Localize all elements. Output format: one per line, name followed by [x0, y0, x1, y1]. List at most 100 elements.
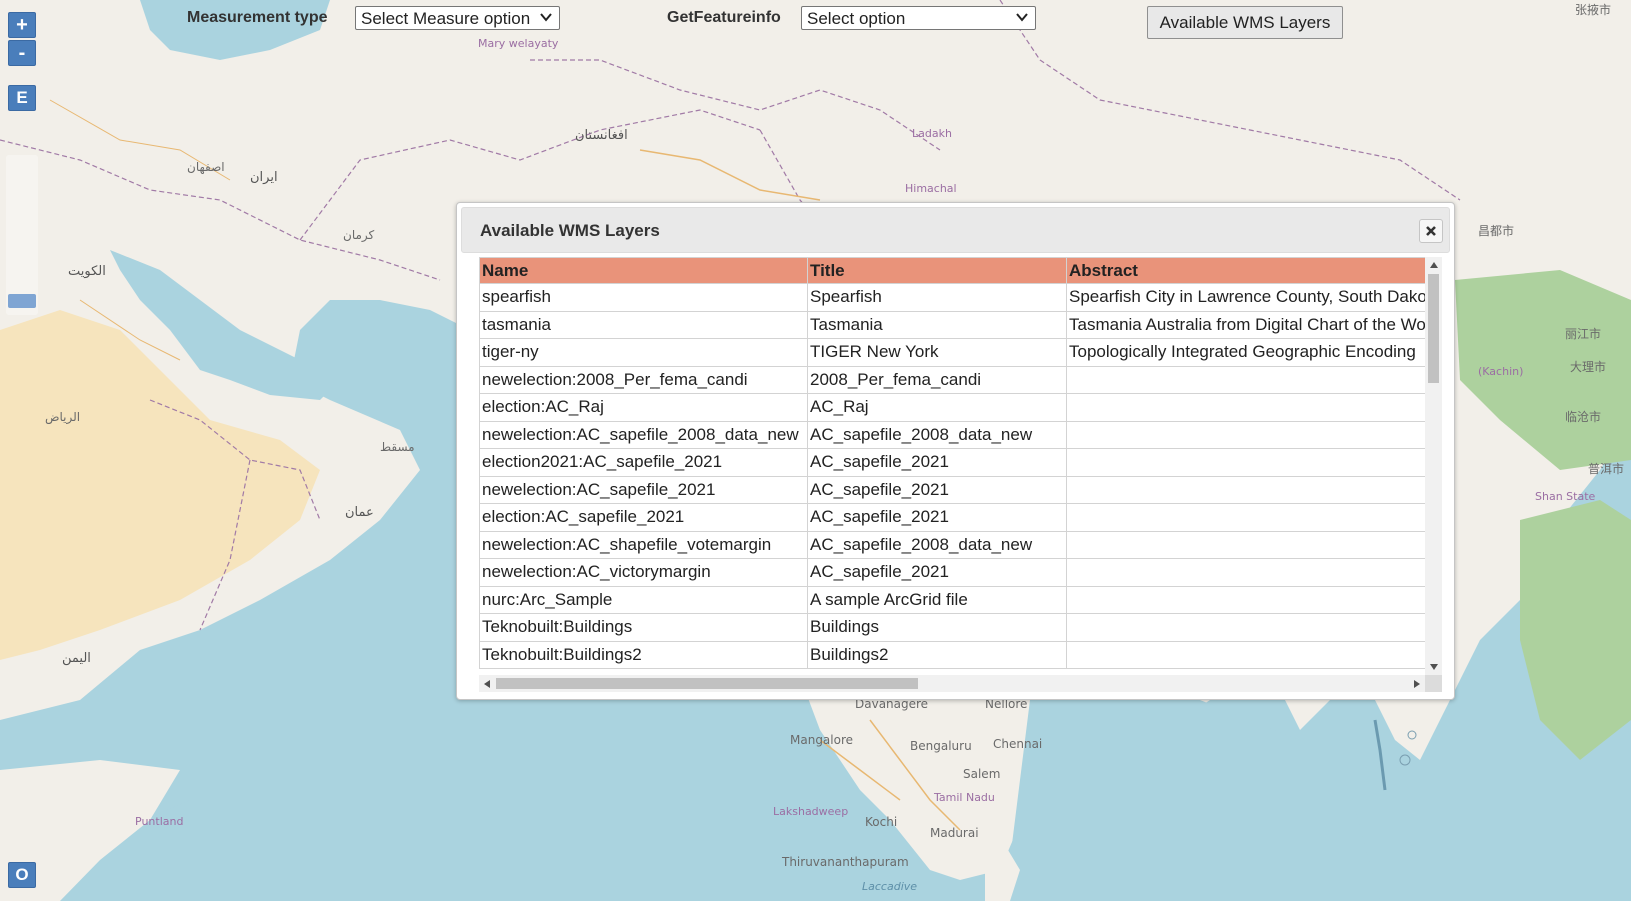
edit-button[interactable]: E [8, 85, 36, 111]
table-header-row: Name Title Abstract [479, 257, 1425, 284]
layers-table-body: spearfish Spearfish Spearfish City in Lawr… [479, 283, 1425, 669]
map-label: Kochi [865, 815, 898, 829]
table-row[interactable]: tiger-ny TIGER New York Topologically Inte… [479, 338, 1425, 367]
table-row[interactable]: newelection:2008_Per_fema_candi 2008_Per_… [479, 365, 1425, 394]
map-label: کرمان [343, 228, 375, 242]
map-label: Salem [963, 767, 1001, 781]
horizontal-scroll-thumb[interactable] [496, 678, 918, 689]
cell-abstract [1066, 448, 1425, 477]
map-label: Lakshadweep [773, 805, 849, 818]
getfeatureinfo-select[interactable]: Select option [801, 6, 1036, 30]
cell-name: newelection:AC_victorymargin [479, 558, 808, 587]
horizontal-scrollbar[interactable] [479, 675, 1425, 692]
map-label: Bengaluru [910, 739, 972, 753]
cell-title: AC_sapefile_2021 [807, 475, 1067, 504]
map-label: 普洱市 [1588, 462, 1625, 476]
table-row[interactable]: election2021:AC_sapefile_2021 AC_sapefile… [479, 448, 1425, 477]
map-label: Tamil Nadu [934, 791, 995, 804]
table-row[interactable]: tasmania Tasmania Tasmania Australia from … [479, 310, 1425, 339]
map-label: عمان [345, 505, 374, 520]
close-icon [1426, 226, 1436, 236]
map-label: Mangalore [790, 733, 854, 747]
map-label: ایران [250, 170, 278, 185]
dialog-titlebar[interactable]: Available WMS Layers [461, 207, 1450, 253]
cell-name: newelection:AC_sapefile_2008_data_new [479, 420, 808, 449]
table-row[interactable]: spearfish Spearfish Spearfish City in Lawr… [479, 283, 1425, 312]
measurement-type-select[interactable]: Select Measure option [355, 6, 560, 30]
cell-abstract [1066, 530, 1425, 559]
column-header-name[interactable]: Name [479, 257, 808, 284]
scroll-left-arrow-icon[interactable] [481, 678, 493, 689]
scroll-up-arrow-icon[interactable] [1428, 259, 1439, 271]
cell-name: tasmania [479, 310, 808, 339]
chevron-down-icon [1016, 13, 1028, 22]
cell-name: newelection:2008_Per_fema_candi [479, 365, 808, 394]
map-label: Thiruvananthapuram [782, 855, 909, 869]
cell-abstract: Spearfish City in Lawrence County, South… [1066, 283, 1425, 312]
table-row[interactable]: election:AC_Raj AC_Raj [479, 393, 1425, 422]
cell-title: AC_sapefile_2021 [807, 558, 1067, 587]
wms-layers-dialog: Available WMS Layers Name Title Abstract… [456, 202, 1455, 700]
map-label: الرياض [45, 410, 81, 424]
vertical-scroll-thumb[interactable] [1428, 274, 1439, 383]
table-row[interactable]: nurc:Arc_Sample A sample ArcGrid file [479, 585, 1425, 614]
cell-abstract: Topologically Integrated Geographic Enco… [1066, 338, 1425, 367]
cell-abstract [1066, 613, 1425, 642]
cell-abstract: Tasmania Australia from Digital Chart of… [1066, 310, 1425, 339]
close-button[interactable] [1419, 219, 1443, 243]
column-header-title[interactable]: Title [807, 257, 1067, 284]
dialog-title: Available WMS Layers [480, 221, 660, 240]
cell-title: AC_sapefile_2008_data_new [807, 530, 1067, 559]
cell-abstract [1066, 393, 1425, 422]
measurement-type-label: Measurement type [187, 9, 328, 26]
cell-abstract [1066, 585, 1425, 614]
cell-title: TIGER New York [807, 338, 1067, 367]
layers-table-viewport[interactable]: Name Title Abstract spearfish Spearfish Sp… [479, 257, 1425, 675]
overview-map-button[interactable]: O [8, 862, 36, 888]
cell-title: AC_sapefile_2008_data_new [807, 420, 1067, 449]
cell-name: nurc:Arc_Sample [479, 585, 808, 614]
map-label: 昌都市 [1478, 224, 1515, 238]
table-row[interactable]: newelection:AC_sapefile_2008_data_new AC_… [479, 420, 1425, 449]
cell-name: newelection:AC_shapefile_votemargin [479, 530, 808, 559]
map-label: 张掖市 [1575, 3, 1612, 17]
getfeatureinfo-label: GetFeatureinfo [667, 9, 781, 26]
cell-name: tiger-ny [479, 338, 808, 367]
map-label: Ladakh [912, 127, 952, 140]
map-label: اليمن [62, 651, 91, 666]
cell-name: election2021:AC_sapefile_2021 [479, 448, 808, 477]
zoom-out-button[interactable]: - [8, 40, 36, 66]
map-label: افغانستان [575, 128, 628, 143]
available-wms-layers-button[interactable]: Available WMS Layers [1147, 6, 1343, 39]
cell-abstract [1066, 503, 1425, 532]
table-row[interactable]: election:AC_sapefile_2021 AC_sapefile_202… [479, 503, 1425, 532]
scrollbar-corner [1425, 675, 1442, 692]
map-label: مسقط [380, 440, 415, 454]
table-row[interactable]: newelection:AC_shapefile_votemargin AC_sa… [479, 530, 1425, 559]
vertical-scrollbar[interactable] [1425, 257, 1442, 675]
cell-name: election:AC_sapefile_2021 [479, 503, 808, 532]
map-label: اصفهان [187, 160, 225, 174]
cell-title: Buildings2 [807, 640, 1067, 669]
table-row[interactable]: Teknobuilt:Buildings2 Buildings2 [479, 640, 1425, 669]
table-row[interactable]: newelection:AC_victorymargin AC_sapefile_… [479, 558, 1425, 587]
table-row[interactable]: newelection:AC_sapefile_2021 AC_sapefile_… [479, 475, 1425, 504]
map-label: الكويت [68, 264, 106, 279]
cell-title: Spearfish [807, 283, 1067, 312]
cell-name: Teknobuilt:Buildings [479, 613, 808, 642]
cell-abstract [1066, 365, 1425, 394]
table-row[interactable]: Teknobuilt:Buildings Buildings [479, 613, 1425, 642]
cell-title: AC_sapefile_2021 [807, 448, 1067, 477]
map-label: (Kachin) [1478, 365, 1524, 378]
scroll-down-arrow-icon[interactable] [1428, 661, 1439, 673]
cell-title: Buildings [807, 613, 1067, 642]
column-header-abstract[interactable]: Abstract [1066, 257, 1425, 284]
map-label: Mary welayaty [478, 37, 559, 50]
scroll-right-arrow-icon[interactable] [1411, 678, 1423, 689]
cell-title: AC_Raj [807, 393, 1067, 422]
cell-abstract [1066, 558, 1425, 587]
map-label: Chennai [993, 737, 1043, 751]
zoom-in-button[interactable]: + [8, 12, 36, 38]
zoom-slider-rail[interactable] [6, 155, 38, 315]
zoom-slider-handle[interactable] [8, 294, 36, 308]
